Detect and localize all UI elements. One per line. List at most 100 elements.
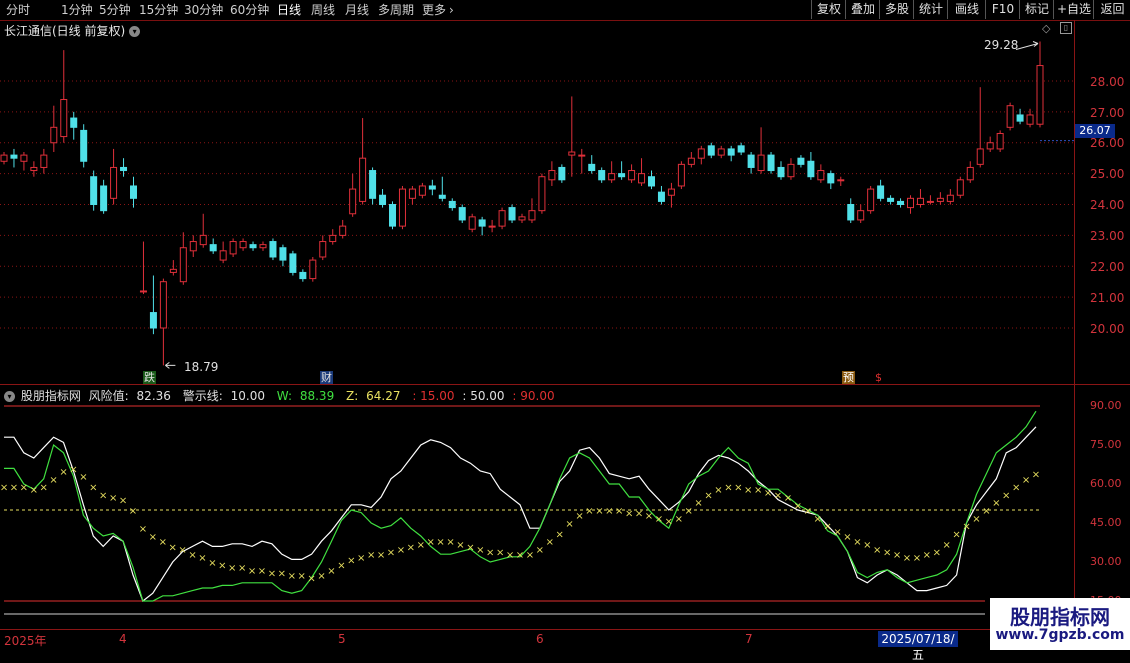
candle-body xyxy=(837,179,845,182)
candle-body xyxy=(249,244,257,249)
candle xyxy=(70,111,78,140)
cross-marker: × xyxy=(873,545,881,556)
tab-weekly[interactable]: 周线 xyxy=(311,2,335,18)
candle xyxy=(966,161,974,183)
cross-marker: × xyxy=(188,550,196,561)
add-watchlist-button[interactable]: +自选 xyxy=(1053,0,1094,19)
candle xyxy=(149,275,157,335)
cross-marker: × xyxy=(297,571,305,582)
candle-body xyxy=(867,188,875,212)
candle xyxy=(857,204,865,224)
candle-body xyxy=(369,170,377,199)
candle xyxy=(329,229,337,245)
candle-body xyxy=(807,160,815,178)
candle-body xyxy=(488,225,496,228)
candle-body xyxy=(1006,105,1014,128)
cross-marker: × xyxy=(813,514,821,525)
tab-monthly[interactable]: 月线 xyxy=(345,2,369,18)
cross-marker: × xyxy=(30,485,38,496)
cross-marker: × xyxy=(546,537,554,548)
cross-marker: × xyxy=(913,553,921,564)
candle-body xyxy=(518,216,526,221)
cross-marker: × xyxy=(228,563,236,574)
cross-marker: × xyxy=(89,483,97,494)
candle xyxy=(707,142,715,159)
cross-marker: × xyxy=(863,540,871,551)
cross-marker: × xyxy=(635,509,643,520)
fuquan-button[interactable]: 复权 xyxy=(811,0,846,19)
candle xyxy=(777,161,785,180)
tab-60min[interactable]: 60分钟 xyxy=(230,2,269,18)
watermark-title: 股朋指标网 xyxy=(1010,605,1110,629)
candle xyxy=(259,241,267,251)
candle xyxy=(867,185,875,214)
candle xyxy=(428,179,436,196)
multi-stock-button[interactable]: 多股 xyxy=(879,0,914,19)
tab-daily[interactable]: 日线 xyxy=(277,2,301,18)
candle xyxy=(528,198,536,224)
candle-body xyxy=(966,166,974,181)
candle-body xyxy=(707,145,715,156)
candle-body xyxy=(30,166,38,172)
candle-body xyxy=(438,194,446,199)
candle xyxy=(369,167,377,205)
cross-marker: × xyxy=(595,506,603,517)
tab-multi-period[interactable]: 多周期 xyxy=(378,2,414,18)
event-marker-dollar[interactable]: $ xyxy=(874,371,883,384)
candle xyxy=(359,118,367,205)
cross-marker: × xyxy=(804,506,812,517)
tab-1min[interactable]: 1分钟 xyxy=(61,2,93,18)
y-tick-label: 27.00 xyxy=(1090,106,1125,120)
mark-button[interactable]: 标记 xyxy=(1019,0,1054,19)
candle-body xyxy=(1016,114,1024,122)
candle-body xyxy=(687,157,695,165)
candle-body xyxy=(70,117,78,128)
cross-marker: × xyxy=(883,548,891,559)
tab-5min[interactable]: 5分钟 xyxy=(99,2,131,18)
candle-body xyxy=(100,185,108,212)
cross-marker: × xyxy=(258,566,266,577)
candle xyxy=(568,96,576,177)
stats-button[interactable]: 统计 xyxy=(913,0,948,19)
tab-fenshi[interactable]: 分时 xyxy=(6,2,30,18)
candle xyxy=(0,152,8,165)
overlay-button[interactable]: 叠加 xyxy=(845,0,880,19)
tab-30min[interactable]: 30分钟 xyxy=(184,2,223,18)
candle xyxy=(877,179,885,202)
candle-body xyxy=(110,166,118,199)
event-marker-die[interactable]: 跌 xyxy=(143,371,156,384)
cross-marker: × xyxy=(506,550,514,561)
candle-body xyxy=(558,166,566,181)
candle xyxy=(418,182,426,199)
cross-marker: × xyxy=(59,467,67,478)
candle xyxy=(847,198,855,224)
candle xyxy=(827,170,835,190)
candle xyxy=(349,173,357,217)
draw-line-button[interactable]: 画线 xyxy=(947,0,986,19)
f10-button[interactable]: F10 xyxy=(985,0,1020,19)
event-marker-cai[interactable]: 财 xyxy=(320,371,333,384)
cross-marker: × xyxy=(20,483,28,494)
cross-marker: × xyxy=(426,537,434,548)
candle-body xyxy=(608,173,616,181)
candle xyxy=(30,161,38,177)
cross-marker: × xyxy=(754,485,762,496)
low-price-label: 18.79 xyxy=(184,360,219,374)
candle xyxy=(757,127,765,174)
candle-body xyxy=(618,173,626,178)
tab-15min[interactable]: 15分钟 xyxy=(139,2,178,18)
tab-more[interactable]: 更多 › xyxy=(422,2,454,18)
cross-marker: × xyxy=(10,483,18,494)
back-button[interactable]: 返回 xyxy=(1093,0,1130,19)
cross-marker: × xyxy=(238,563,246,574)
candle xyxy=(10,148,18,168)
cross-marker: × xyxy=(466,542,474,553)
candle xyxy=(60,50,68,143)
candle xyxy=(926,195,934,205)
cross-marker: × xyxy=(476,545,484,556)
candle xyxy=(199,213,207,248)
event-marker-yu[interactable]: 预 xyxy=(842,371,855,384)
candle-body xyxy=(309,259,317,280)
candle-body xyxy=(907,197,914,209)
cross-marker: × xyxy=(1022,475,1030,486)
